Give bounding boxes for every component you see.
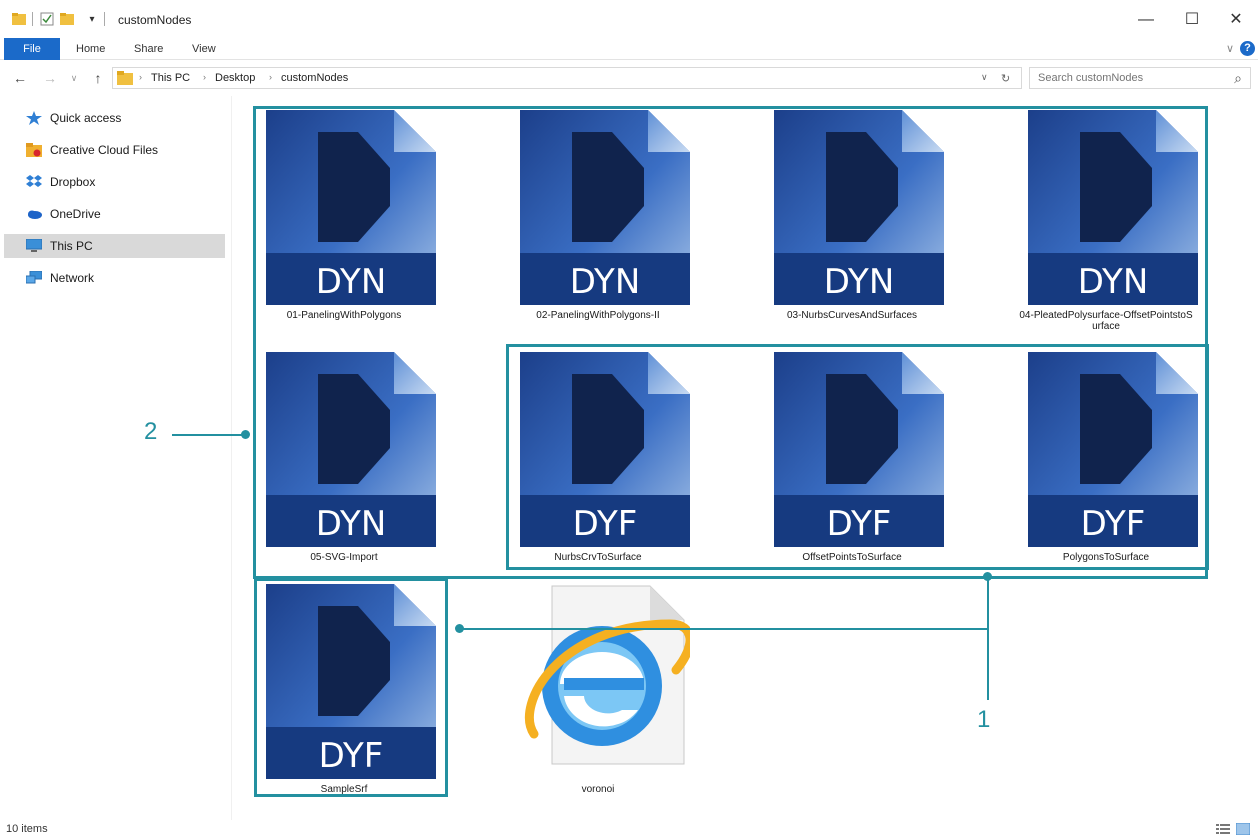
callout-1-dot (455, 624, 464, 633)
tab-share[interactable]: Share (124, 38, 173, 60)
dropbox-icon (26, 175, 42, 187)
separator (32, 12, 33, 26)
help-icon[interactable]: ? (1240, 41, 1255, 56)
tab-home[interactable]: Home (66, 38, 115, 60)
tab-view[interactable]: View (182, 38, 226, 60)
callout-2-leader-line (172, 434, 244, 436)
address-bar[interactable]: › This PC › Desktop › customNodes ∨ ↻ (112, 67, 1022, 89)
ribbon-tabs: File Home Share View ∨ ? (0, 38, 1258, 60)
sidebar-item-label: Dropbox (50, 175, 96, 189)
breadcrumb-this-pc[interactable]: This PC (151, 72, 190, 84)
internet-explorer-html-icon (525, 585, 690, 765)
large-icons-view-icon[interactable] (1236, 823, 1250, 835)
callout-dyf-group-box (506, 344, 1209, 570)
creative-cloud-icon (26, 143, 42, 157)
sidebar-item-label: Creative Cloud Files (50, 143, 159, 157)
minimize-button[interactable]: — (1134, 10, 1158, 30)
customize-toolbar-icon[interactable]: ▾ (80, 10, 104, 30)
search-box: ⌕ (1029, 67, 1251, 89)
sidebar-item-network[interactable]: Network (4, 266, 225, 290)
status-bar: 10 items (0, 820, 1258, 838)
sidebar-item-creative-cloud[interactable]: Creative Cloud Files (4, 138, 225, 162)
breadcrumb-customnodes[interactable]: customNodes (281, 72, 348, 84)
sidebar-item-this-pc[interactable]: This PC (4, 234, 225, 258)
search-icon[interactable]: ⌕ (1234, 70, 1242, 87)
callout-1-leader-vertical (987, 578, 989, 700)
sidebar-item-label: Network (50, 271, 95, 285)
file-name: voronoi (581, 784, 615, 795)
sidebar-item-label: Quick access (50, 111, 122, 125)
item-count: 10 items (6, 823, 48, 835)
callout-2-number: 2 (144, 418, 158, 445)
expand-ribbon-icon[interactable]: ∨ (1218, 39, 1242, 59)
title-bar: ▾ customNodes — ☐ ✕ (0, 0, 1258, 38)
sidebar-item-onedrive[interactable]: OneDrive (4, 202, 225, 226)
separator (104, 12, 105, 26)
back-button[interactable]: ← (10, 68, 30, 88)
maximize-button[interactable]: ☐ (1180, 10, 1204, 30)
new-folder-icon[interactable] (60, 12, 74, 26)
computer-icon (26, 239, 42, 252)
onedrive-icon (28, 210, 42, 219)
details-view-icon[interactable] (1216, 823, 1230, 835)
sidebar-item-label: This PC (50, 239, 93, 253)
forward-button[interactable]: → (40, 68, 60, 88)
folder-icon (117, 71, 133, 85)
breadcrumb-separator: › (203, 72, 206, 82)
callout-2-dot (241, 430, 250, 439)
breadcrumb-desktop[interactable]: Desktop (215, 72, 255, 84)
breadcrumb-separator: › (139, 72, 142, 82)
address-row: ← → ∨ ↑ › This PC › Desktop › customNode… (0, 62, 1258, 94)
properties-icon[interactable] (40, 12, 54, 26)
sidebar-item-dropbox[interactable]: Dropbox (4, 170, 225, 194)
refresh-icon[interactable]: ↻ (1001, 72, 1010, 85)
callout-1-leader-horizontal (459, 628, 988, 630)
callout-samplesrf-box (254, 578, 448, 797)
address-dropdown-icon[interactable]: ∨ (981, 72, 988, 83)
up-button[interactable]: ↑ (88, 68, 108, 88)
callout-1-number: 1 (977, 706, 991, 733)
tab-file[interactable]: File (4, 38, 60, 60)
window-title: customNodes (118, 13, 192, 27)
sidebar-item-quick-access[interactable]: Quick access (4, 106, 225, 130)
navigation-pane: Quick access Creative Cloud Files Dropbo… (0, 96, 232, 820)
breadcrumb-separator: › (269, 72, 272, 82)
sidebar-item-label: OneDrive (50, 207, 101, 221)
star-icon (26, 111, 42, 125)
folder-icon (12, 13, 26, 25)
recent-locations-button[interactable]: ∨ (64, 68, 84, 88)
file-view: DYN 01-PanelingWithPolygons DYN 02-Panel… (144, 96, 1258, 816)
search-input[interactable] (1038, 68, 1228, 88)
close-button[interactable]: ✕ (1224, 10, 1248, 30)
network-icon (26, 271, 42, 284)
